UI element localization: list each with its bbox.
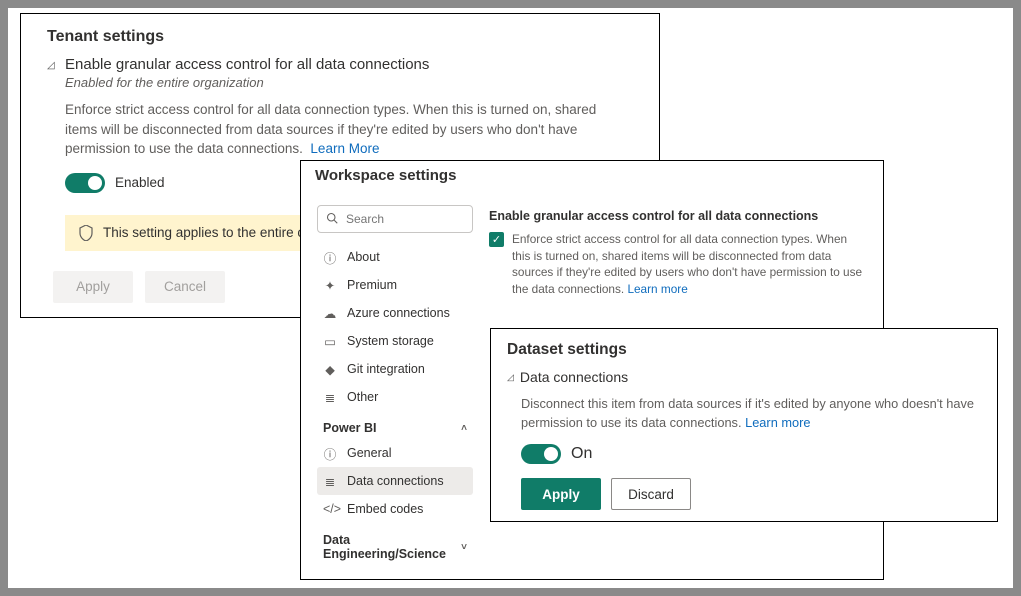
- git-icon: ◆: [323, 362, 337, 377]
- sidebar-item-label: About: [347, 250, 380, 264]
- workspace-granular-checkbox[interactable]: ✓: [489, 232, 504, 247]
- sidebar-item-label: System storage: [347, 334, 434, 348]
- sidebar-item-embed[interactable]: </> Embed codes: [317, 495, 473, 523]
- info-icon: ⓘ: [323, 444, 337, 463]
- tenant-setting-title: Enable granular access control for all d…: [65, 56, 429, 73]
- list-icon: ≣: [323, 390, 337, 405]
- shield-icon: [79, 225, 93, 241]
- tenant-setting-subtitle: Enabled for the entire organization: [65, 75, 633, 90]
- diamond-icon: ✦: [323, 278, 337, 293]
- sidebar-item-storage[interactable]: ▭ System storage: [317, 327, 473, 355]
- cloud-icon: ☁: [323, 306, 337, 321]
- sidebar-item-label: Other: [347, 390, 378, 404]
- workspace-search[interactable]: [317, 205, 473, 233]
- dataset-on-toggle[interactable]: [521, 444, 561, 464]
- dataset-discard-button[interactable]: Discard: [611, 478, 691, 510]
- dataset-description: Disconnect this item from data sources i…: [521, 395, 981, 432]
- expand-triangle-icon[interactable]: ◿: [47, 56, 57, 71]
- chevron-down-icon: ˅: [461, 542, 467, 553]
- sidebar-item-general[interactable]: ⓘ General: [317, 439, 473, 467]
- workspace-setting-title: Enable granular access control for all d…: [489, 209, 867, 223]
- tenant-description: Enforce strict access control for all da…: [65, 100, 625, 159]
- search-icon: [326, 212, 338, 227]
- storage-icon: ▭: [323, 334, 337, 349]
- sidebar-item-label: General: [347, 446, 391, 460]
- workspace-learn-more-link[interactable]: Learn more: [627, 282, 687, 296]
- dataset-section-title: Data connections: [520, 369, 628, 385]
- list-icon: ≣: [323, 474, 337, 489]
- sidebar-item-label: Git integration: [347, 362, 425, 376]
- sidebar-item-about[interactable]: ⓘ About: [317, 243, 473, 271]
- tenant-learn-more-link[interactable]: Learn More: [310, 141, 379, 156]
- sidebar-item-label: Embed codes: [347, 502, 423, 516]
- workspace-sidebar: ⓘ About ✦ Premium ☁ Azure connections ▭ …: [317, 171, 473, 567]
- dataset-learn-more-link[interactable]: Learn more: [745, 415, 810, 430]
- expand-triangle-icon[interactable]: ◿: [507, 372, 514, 383]
- tenant-heading: Tenant settings: [47, 28, 633, 46]
- sidebar-item-azure[interactable]: ☁ Azure connections: [317, 299, 473, 327]
- sidebar-item-label: Azure connections: [347, 306, 450, 320]
- sidebar-item-premium[interactable]: ✦ Premium: [317, 271, 473, 299]
- tenant-apply-button[interactable]: Apply: [53, 271, 133, 303]
- sidebar-item-label: Data connections: [347, 474, 444, 488]
- workspace-search-input[interactable]: [344, 211, 464, 227]
- info-icon: ⓘ: [323, 248, 337, 267]
- chevron-up-icon: ˄: [461, 423, 467, 434]
- sidebar-item-git[interactable]: ◆ Git integration: [317, 355, 473, 383]
- dataset-apply-button[interactable]: Apply: [521, 478, 601, 510]
- workspace-description: Enforce strict access control for all da…: [512, 231, 867, 297]
- code-icon: </>: [323, 502, 337, 516]
- sidebar-item-other[interactable]: ≣ Other: [317, 383, 473, 411]
- dataset-settings-panel: Dataset settings ◿ Data connections Disc…: [490, 328, 998, 522]
- dataset-toggle-label: On: [571, 445, 592, 463]
- dataset-heading: Dataset settings: [507, 341, 981, 359]
- workspace-heading: Workspace settings: [315, 167, 456, 184]
- sidebar-item-data-connections[interactable]: ≣ Data connections: [317, 467, 473, 495]
- tenant-toggle-label: Enabled: [115, 175, 165, 190]
- sidebar-group-powerbi[interactable]: Power BI ˄: [317, 411, 473, 439]
- sidebar-item-label: Premium: [347, 278, 397, 292]
- sidebar-group-data-eng[interactable]: Data Engineering/Science ˅: [317, 523, 473, 565]
- tenant-enabled-toggle[interactable]: [65, 173, 105, 193]
- tenant-cancel-button[interactable]: Cancel: [145, 271, 225, 303]
